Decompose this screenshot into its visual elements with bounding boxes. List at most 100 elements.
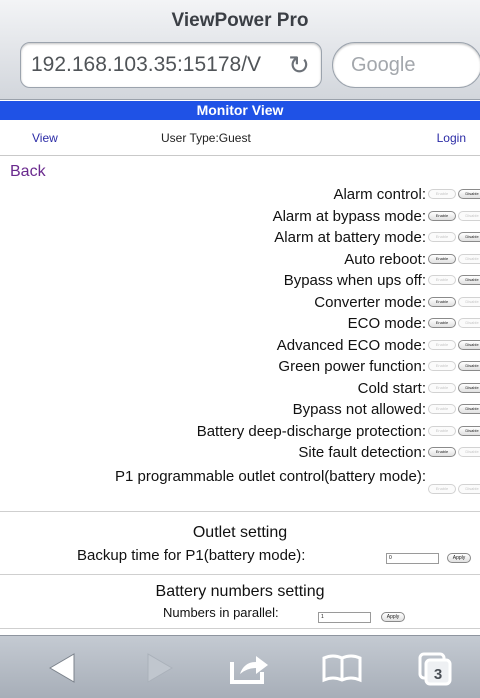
setting-label: Auto reboot: (344, 250, 426, 268)
disable-button[interactable]: Disable (458, 382, 480, 393)
enable-button[interactable]: Enable (428, 447, 456, 457)
enable-disable-buttons: Enable Disable (428, 318, 480, 329)
user-bar: View User Type:Guest Login (0, 120, 480, 156)
login-link[interactable]: Login (437, 120, 466, 156)
disable-button[interactable]: Disable (458, 232, 480, 242)
setting-row: Bypass not allowed: Enable Disable (0, 399, 480, 421)
enable-button[interactable]: Enable (428, 404, 456, 414)
battery-section-title: Battery numbers setting (155, 583, 325, 600)
setting-label: Bypass not allowed: (292, 401, 426, 418)
setting-row: Advanced ECO mode: Enable Disable (0, 335, 480, 357)
setting-row: Alarm at bypass mode: Enable Disable (0, 206, 480, 228)
enable-button[interactable]: Enable (428, 382, 456, 393)
disable-button[interactable]: Disable (458, 447, 480, 457)
numbers-in-parallel-label: Numbers in parallel: (163, 605, 279, 620)
disable-button[interactable]: Disable (458, 275, 480, 285)
page-title: Monitor View (0, 101, 480, 120)
share-icon[interactable] (218, 648, 278, 688)
enable-button[interactable]: Enable (428, 232, 456, 242)
enable-button[interactable]: Enable (428, 275, 456, 285)
setting-label: Green power function: (278, 358, 426, 375)
setting-row: Auto reboot: Enable Disable (0, 249, 480, 271)
setting-row: Bypass when ups off: Enable Disable (0, 270, 480, 292)
setting-label: Cold start: (357, 379, 426, 397)
disable-button[interactable]: Disable (458, 483, 480, 494)
browser-title: ViewPower Pro (171, 10, 309, 31)
tabs-count: 3 (434, 666, 442, 683)
disable-button[interactable]: Disable (458, 296, 480, 307)
reload-icon[interactable]: ↻ (283, 49, 315, 81)
setting-row: P1 programmable outlet control(battery m… (0, 464, 480, 508)
apply-numbers-button[interactable]: Apply (381, 612, 405, 622)
enable-button[interactable]: Enable (428, 425, 456, 436)
forward-arrow-icon[interactable] (130, 648, 190, 688)
setting-row: Converter mode: Enable Disable (0, 292, 480, 314)
setting-label: Alarm at battery mode: (274, 229, 426, 246)
setting-label: ECO mode: (347, 315, 426, 332)
enable-disable-buttons: Enable Disable (428, 210, 480, 222)
user-type-label: User Type:Guest (161, 131, 251, 145)
settings-list: Alarm control: Enable Disable Alarm at bypa… (0, 184, 480, 508)
search-input[interactable]: Google (332, 42, 480, 88)
enable-disable-buttons: Enable Disable (428, 404, 480, 415)
backup-time-input[interactable]: 0 (386, 553, 439, 564)
enable-disable-buttons: Enable Disable (428, 382, 480, 394)
view-link[interactable]: View (32, 120, 58, 156)
enable-disable-buttons: Enable Disable (428, 189, 480, 200)
battery-setting-row: Numbers in parallel: 1 Apply (0, 605, 480, 625)
enable-button[interactable]: Enable (428, 296, 456, 307)
disable-button[interactable]: Disable (458, 253, 480, 264)
enable-button[interactable]: Enable (428, 361, 456, 371)
numbers-in-parallel-input[interactable]: 1 (318, 612, 371, 623)
setting-label: Converter mode: (314, 293, 426, 311)
setting-label: Bypass when ups off: (283, 272, 426, 289)
enable-disable-buttons: Enable Disable (428, 232, 480, 243)
back-link[interactable]: Back (10, 163, 46, 181)
setting-row: Alarm at battery mode: Enable Disable (0, 227, 480, 249)
backup-time-label: Backup time for P1(battery mode): (77, 547, 306, 564)
enable-button[interactable]: Enable (428, 253, 456, 264)
enable-disable-buttons: Enable Disable (428, 275, 480, 286)
setting-row: Battery deep-discharge protection: Enable… (0, 421, 480, 443)
setting-row: Green power function: Enable Disable (0, 356, 480, 378)
setting-row: Cold start: Enable Disable (0, 378, 480, 400)
disable-button[interactable]: Disable (458, 339, 480, 350)
enable-button[interactable]: Enable (428, 483, 456, 494)
setting-label: Alarm control: (333, 186, 426, 203)
disable-button[interactable]: Disable (458, 210, 480, 221)
enable-button[interactable]: Enable (428, 210, 456, 221)
setting-label: Alarm at bypass mode: (272, 207, 426, 225)
outlet-setting-row: Backup time for P1(battery mode): 0 Appl… (0, 547, 480, 567)
back-arrow-icon[interactable] (40, 648, 100, 688)
enable-disable-buttons: Enable Disable (428, 339, 480, 351)
disable-button[interactable]: Disable (458, 404, 480, 414)
enable-disable-buttons: Enable Disable (428, 425, 480, 437)
enable-disable-buttons: Enable Disable (428, 253, 480, 265)
apply-backup-time-button[interactable]: Apply (447, 553, 471, 563)
bookmarks-icon[interactable] (312, 648, 372, 688)
tabs-icon[interactable]: 3 (404, 648, 464, 688)
enable-button[interactable]: Enable (428, 189, 456, 199)
address-bar[interactable]: 192.168.103.35:15178/V ↻ (20, 42, 322, 88)
divider (0, 511, 480, 512)
divider (0, 574, 480, 575)
search-placeholder: Google (351, 54, 416, 76)
enable-button[interactable]: Enable (428, 339, 456, 350)
disable-button[interactable]: Disable (458, 189, 480, 199)
setting-row: Site fault detection: Enable Disable (0, 442, 480, 464)
enable-disable-buttons: Enable Disable (428, 361, 480, 372)
outlet-section-title: Outlet setting (192, 524, 288, 541)
disable-button[interactable]: Disable (458, 361, 480, 371)
disable-button[interactable]: Disable (458, 318, 480, 328)
divider (0, 628, 480, 629)
browser-bottom-toolbar: 3 (0, 635, 480, 698)
setting-label: Site fault detection: (298, 444, 426, 461)
setting-label: P1 programmable outlet control(battery m… (115, 467, 426, 485)
setting-label: Battery deep-discharge protection: (196, 422, 426, 440)
disable-button[interactable]: Disable (458, 425, 480, 436)
browser-toolbar: ViewPower Pro 192.168.103.35:15178/V ↻ G… (0, 0, 480, 100)
enable-disable-buttons: Enable Disable (428, 447, 480, 458)
url-text: 192.168.103.35:15178/V (31, 53, 262, 76)
enable-disable-buttons: Enable Disable (428, 296, 480, 308)
enable-button[interactable]: Enable (428, 318, 456, 328)
